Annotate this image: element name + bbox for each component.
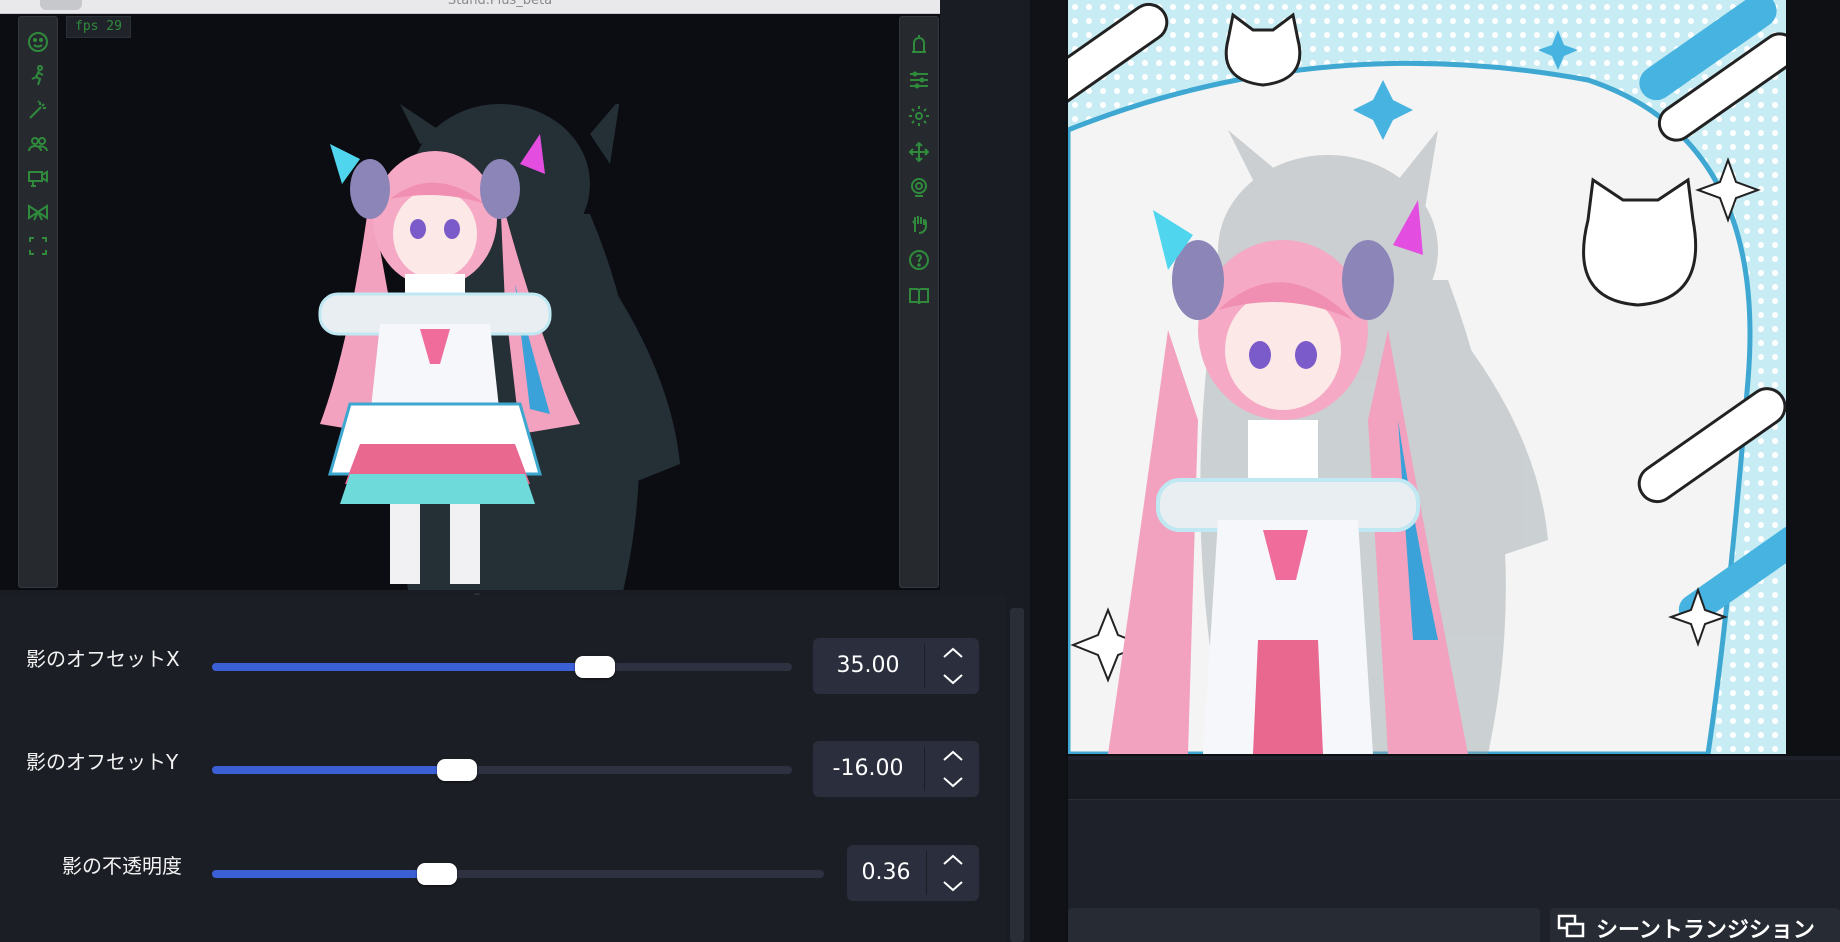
spin-down-icon[interactable] — [933, 771, 973, 793]
sliders-icon[interactable] — [906, 67, 932, 93]
spinbox-divider — [924, 747, 925, 791]
preview-scene — [1068, 0, 1786, 754]
obs-preview[interactable] — [1068, 0, 1786, 754]
app-root: Stand.Plus_beta fps 29 影のオフセットX 35.00 影の… — [0, 0, 1840, 942]
book-icon[interactable] — [906, 283, 932, 309]
focus-frame-icon[interactable] — [25, 233, 51, 259]
titlebar-button[interactable] — [40, 0, 82, 10]
avatar-render — [318, 104, 680, 590]
ribbon-icon[interactable] — [25, 199, 51, 225]
face-icon[interactable] — [25, 29, 51, 55]
spin-up-icon[interactable] — [933, 642, 973, 664]
shadow-offset-x-slider[interactable] — [212, 656, 792, 678]
slider-fill — [212, 870, 437, 878]
people-icon[interactable] — [25, 131, 51, 157]
move-arrows-icon[interactable] — [906, 139, 932, 165]
scene-transition-label: シーントランジション — [1596, 918, 1815, 942]
spin-up-icon[interactable] — [933, 745, 973, 767]
spinbox-value[interactable]: 35.00 — [813, 638, 923, 694]
shadow-offset-y-spinbox[interactable]: -16.00 — [813, 741, 979, 797]
obs-toolbar-strip — [1068, 760, 1840, 800]
camera-icon[interactable] — [25, 165, 51, 191]
spinbox-value[interactable]: -16.00 — [813, 741, 923, 797]
fps-counter: fps 29 — [66, 16, 131, 38]
shadow-opacity-spinbox[interactable]: 0.36 — [847, 845, 979, 901]
settings-gear-icon[interactable] — [906, 103, 932, 129]
window-title: Stand.Plus_beta — [447, 0, 553, 8]
webcam-icon[interactable] — [906, 175, 932, 201]
dock-tab[interactable] — [1068, 908, 1540, 942]
shadow-offset-y-label: 影のオフセットY — [26, 750, 179, 774]
slider-fill — [212, 663, 595, 671]
spin-up-icon[interactable] — [933, 849, 973, 871]
settings-scrollbar[interactable] — [1010, 608, 1024, 942]
slider-fill — [212, 766, 457, 774]
magic-wand-icon[interactable] — [25, 97, 51, 123]
window-gap — [1030, 0, 1066, 942]
spinbox-divider — [926, 851, 927, 895]
left-toolbar — [18, 16, 58, 588]
light-icon[interactable] — [906, 31, 932, 57]
body-pose-icon[interactable] — [25, 63, 51, 89]
window-titlebar[interactable]: Stand.Plus_beta — [0, 0, 940, 14]
hand-tracking-icon[interactable] — [906, 211, 932, 237]
shadow-offset-x-spinbox[interactable]: 35.00 — [813, 638, 979, 694]
spinbox-value[interactable]: 0.36 — [847, 845, 925, 901]
scene-transition-icon — [1557, 914, 1585, 938]
spinbox-divider — [924, 644, 925, 688]
spin-down-icon[interactable] — [933, 668, 973, 690]
help-icon[interactable] — [906, 247, 932, 273]
shadow-opacity-label: 影の不透明度 — [62, 854, 182, 878]
shadow-opacity-slider[interactable] — [212, 863, 824, 885]
spin-down-icon[interactable] — [933, 875, 973, 897]
right-toolbar — [899, 16, 939, 588]
shadow-settings-panel: 影のオフセットX 35.00 影のオフセットY -16.00 影の不透明度 0.… — [0, 595, 1005, 942]
avatar-viewport[interactable]: fps 29 — [0, 14, 940, 590]
slider-thumb[interactable] — [437, 759, 477, 781]
shadow-offset-x-label: 影のオフセットX — [26, 647, 180, 671]
slider-thumb[interactable] — [417, 863, 457, 885]
slider-thumb[interactable] — [575, 656, 615, 678]
shadow-offset-y-slider[interactable] — [212, 759, 792, 781]
